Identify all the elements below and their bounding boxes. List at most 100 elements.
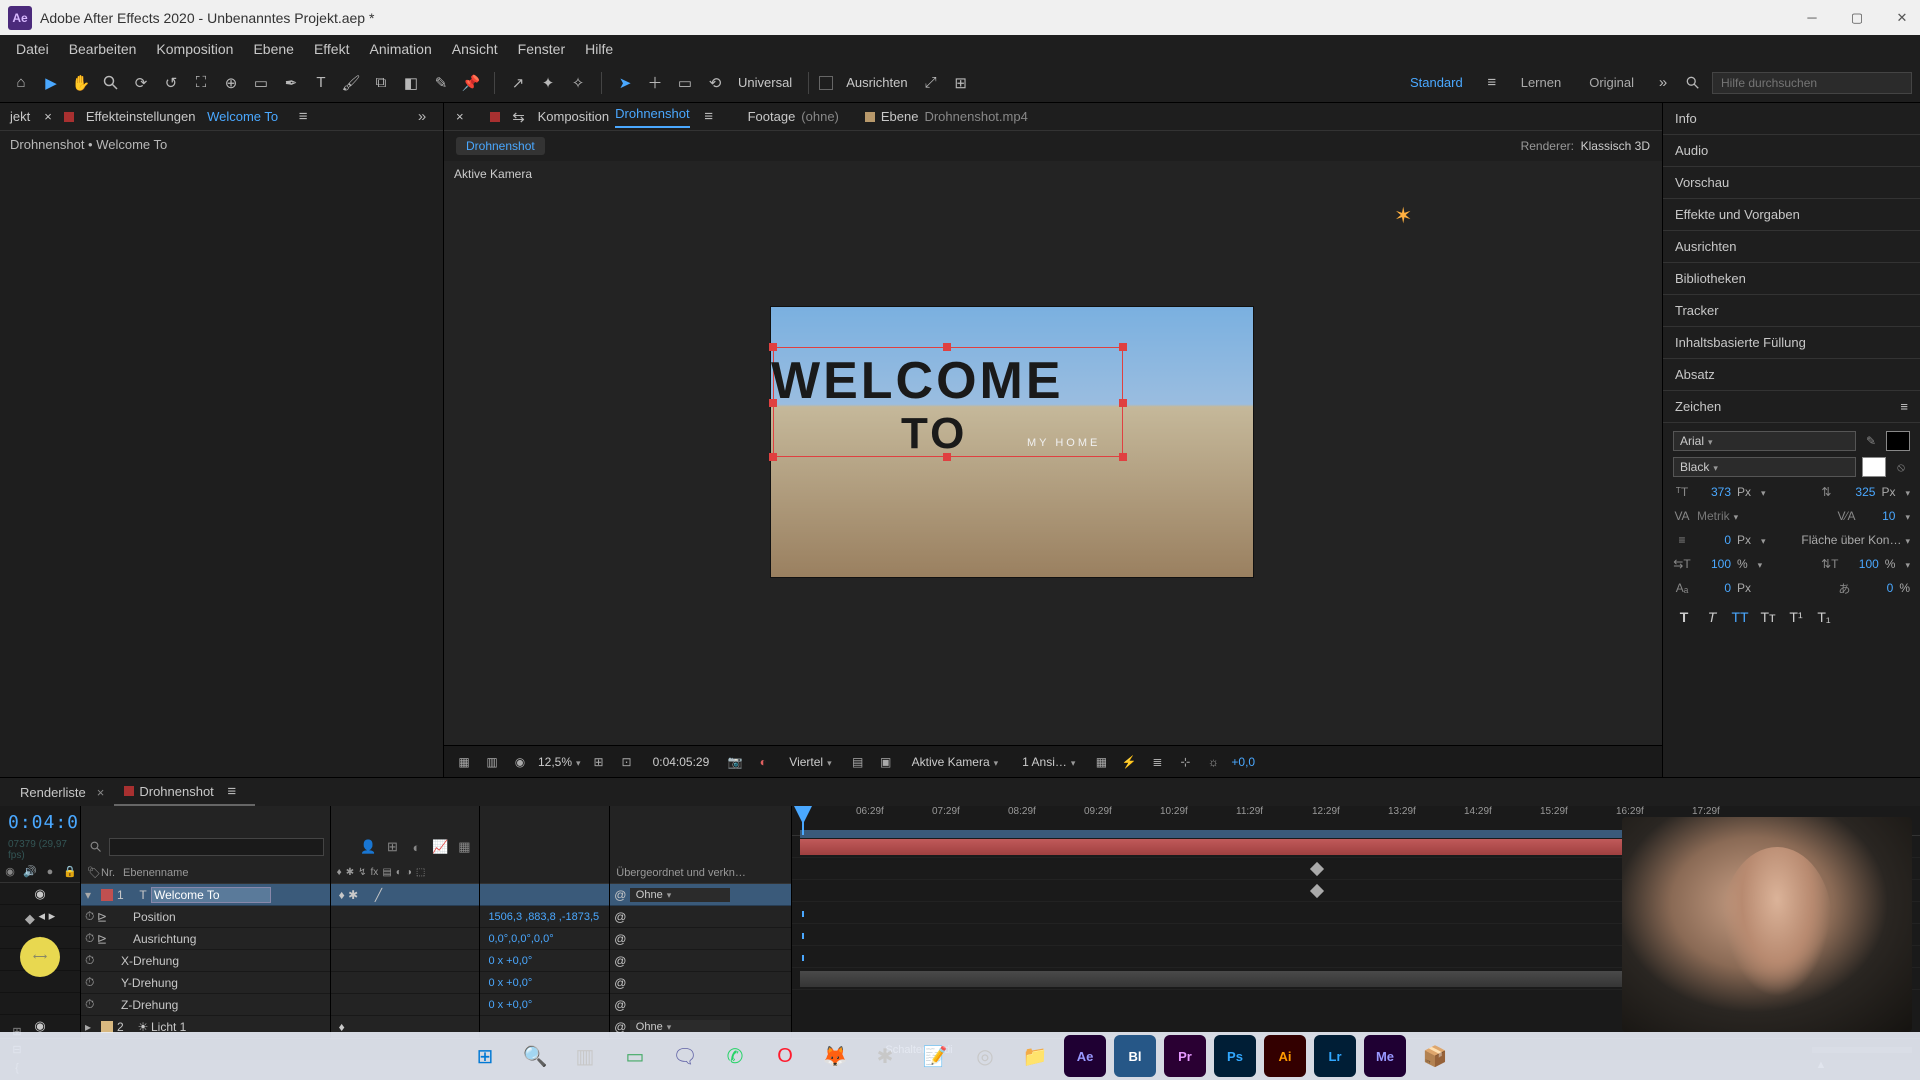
project-tab-close[interactable]: × <box>42 109 54 124</box>
composition-preview[interactable]: WELCOME TO MY HOME <box>770 306 1254 578</box>
panel-align[interactable]: Ausrichten <box>1663 231 1920 263</box>
solo-col-icon[interactable]: ● <box>42 863 58 881</box>
comp-mini-flow-icon[interactable]: ⇆ <box>506 104 532 130</box>
resolution-dropdown[interactable]: Viertel <box>781 755 839 769</box>
timeline-icon[interactable]: ≣ <box>1147 752 1167 772</box>
selection-tool-icon[interactable]: ▶ <box>38 70 64 96</box>
hand-tool-icon[interactable]: ✋ <box>68 70 94 96</box>
world-axis-icon[interactable]: ✦ <box>535 70 561 96</box>
panel-effects[interactable]: Effekte und Vorgaben <box>1663 199 1920 231</box>
menu-hilfe[interactable]: Hilfe <box>575 35 623 63</box>
panel-overflow-icon[interactable]: » <box>409 104 435 130</box>
3d-arrow-icon[interactable]: ➤ <box>612 70 638 96</box>
help-search-input[interactable] <box>1712 72 1912 94</box>
panel-menu-icon[interactable]: ≡ <box>1900 399 1908 414</box>
grid-icon[interactable]: ▤ <box>848 752 868 772</box>
audio-col-icon[interactable]: 🔊 <box>22 863 38 881</box>
transparency-grid-icon[interactable]: ▥ <box>482 752 502 772</box>
3d-plus-icon[interactable]: ＋ <box>642 70 668 96</box>
shy-toggle-icon[interactable]: 👤 <box>359 838 377 856</box>
current-timecode[interactable]: 0:04:05:29 <box>0 806 80 839</box>
snap-checkbox[interactable] <box>819 76 833 90</box>
viewer-timecode[interactable]: 0:04:05:29 <box>645 755 718 769</box>
premiere-icon[interactable]: Pr <box>1164 1035 1206 1077</box>
pan-behind-tool-icon[interactable]: ⊕ <box>218 70 244 96</box>
property-position-row[interactable]: ⏱⊵Position <box>81 906 330 928</box>
pickwhip-icon[interactable]: @ <box>614 910 626 924</box>
comp-breadcrumb-item[interactable]: Drohnenshot <box>456 137 545 155</box>
3d-rotate-icon[interactable]: ⟲ <box>702 70 728 96</box>
puppet-tool-icon[interactable]: 📌 <box>458 70 484 96</box>
effect-controls-tab[interactable]: Effekteinstellungen Welcome To <box>84 109 280 124</box>
y-rotation-value[interactable]: 0 x +0,0° <box>484 977 532 989</box>
selection-handle[interactable] <box>943 343 951 351</box>
layer-label-swatch[interactable] <box>101 889 113 901</box>
baseline-value[interactable]: 0 <box>1697 581 1731 595</box>
stopwatch-icon[interactable]: ⏱ <box>85 909 97 924</box>
app-icon[interactable]: ✱ <box>864 1035 906 1077</box>
firefox-icon[interactable]: 🦊 <box>814 1035 856 1077</box>
position-value[interactable]: 1506,3 ,883,8 ,-1873,5 <box>484 911 599 923</box>
panel-info[interactable]: Info <box>1663 103 1920 135</box>
fill-swatch[interactable] <box>1886 431 1910 451</box>
subscript-button[interactable]: T₁ <box>1813 607 1835 627</box>
stroke-swatch[interactable] <box>1862 457 1886 477</box>
allcaps-button[interactable]: TT <box>1729 607 1751 627</box>
render-queue-tab[interactable]: Renderliste× <box>10 785 114 800</box>
layer-name-input[interactable] <box>151 887 271 903</box>
leading-value[interactable]: 325 <box>1841 485 1875 499</box>
x-rotation-value[interactable]: 0 x +0,0° <box>484 955 532 967</box>
task-view-icon[interactable]: ▥ <box>564 1035 606 1077</box>
tab-close-icon[interactable]: × <box>97 785 105 800</box>
pickwhip-icon[interactable]: @ <box>614 998 626 1012</box>
workspace-original[interactable]: Original <box>1577 70 1646 96</box>
snapshot-icon[interactable]: 📷 <box>725 752 745 772</box>
type-tool-icon[interactable]: T <box>308 70 334 96</box>
tracking-value[interactable]: 10 <box>1861 509 1895 523</box>
teams-icon[interactable]: 🗨 <box>664 1035 706 1077</box>
whatsapp-icon[interactable]: ✆ <box>714 1035 756 1077</box>
flowchart-icon[interactable]: ⊹ <box>1175 752 1195 772</box>
renderer-info[interactable]: Renderer: Klassisch 3D <box>1521 139 1650 153</box>
add-keyframe-diamond-icon[interactable]: ◆ <box>25 911 35 921</box>
timeline-search-input[interactable] <box>109 838 324 856</box>
pickwhip-icon[interactable]: @ <box>614 954 626 968</box>
snap-options-icon[interactable]: ⤢ <box>918 70 944 96</box>
menu-animation[interactable]: Animation <box>359 35 441 63</box>
app-icon[interactable]: 📦 <box>1414 1035 1456 1077</box>
menu-bearbeiten[interactable]: Bearbeiten <box>59 35 147 63</box>
shape-tool-icon[interactable]: ▭ <box>248 70 274 96</box>
panel-audio[interactable]: Audio <box>1663 135 1920 167</box>
property-orientation-row[interactable]: ⏱⊵Ausrichtung <box>81 928 330 950</box>
lightroom-icon[interactable]: Lr <box>1314 1035 1356 1077</box>
timeline-tab-menu-icon[interactable]: ≡ <box>219 778 245 804</box>
comp-tab-target[interactable]: Drohnenshot <box>615 106 689 128</box>
property-x-rotation-row[interactable]: ⏱X-Drehung <box>81 950 330 972</box>
roi-icon[interactable]: ⊡ <box>617 752 637 772</box>
stopwatch-icon[interactable]: ⏱ <box>85 931 97 946</box>
after-effects-icon[interactable]: Ae <box>1064 1035 1106 1077</box>
zoom-tool-icon[interactable] <box>98 70 124 96</box>
parent-dropdown[interactable]: Ohne <box>630 888 730 902</box>
obs-icon[interactable]: ◎ <box>964 1035 1006 1077</box>
panel-content-aware[interactable]: Inhaltsbasierte Füllung <box>1663 327 1920 359</box>
local-axis-icon[interactable]: ↗ <box>505 70 531 96</box>
mask-path-icon[interactable]: ◉ <box>510 752 530 772</box>
taskbar-search-icon[interactable]: 🔍 <box>514 1035 556 1077</box>
pixel-aspect-icon[interactable]: ▦ <box>1091 752 1111 772</box>
tsume-value[interactable]: 0 <box>1859 581 1893 595</box>
guides-icon[interactable]: ▣ <box>876 752 896 772</box>
minimize-button[interactable]: ─ <box>1802 8 1822 28</box>
panel-libraries[interactable]: Bibliotheken <box>1663 263 1920 295</box>
start-button[interactable]: ⊞ <box>464 1035 506 1077</box>
maximize-button[interactable]: ▢ <box>1847 8 1867 28</box>
hscale-value[interactable]: 100 <box>1697 557 1731 571</box>
frame-blend-toggle-icon[interactable]: ⊞ <box>383 838 401 856</box>
draft-3d-icon[interactable]: ▦ <box>455 838 473 856</box>
next-key-icon[interactable]: ▸ <box>49 908 56 924</box>
home-tool-icon[interactable]: ⌂ <box>8 70 34 96</box>
pen-tool-icon[interactable]: ✒ <box>278 70 304 96</box>
property-z-rotation-row[interactable]: ⏱Z-Drehung <box>81 994 330 1016</box>
blender-icon[interactable]: Bl <box>1114 1035 1156 1077</box>
opera-icon[interactable]: O <box>764 1035 806 1077</box>
